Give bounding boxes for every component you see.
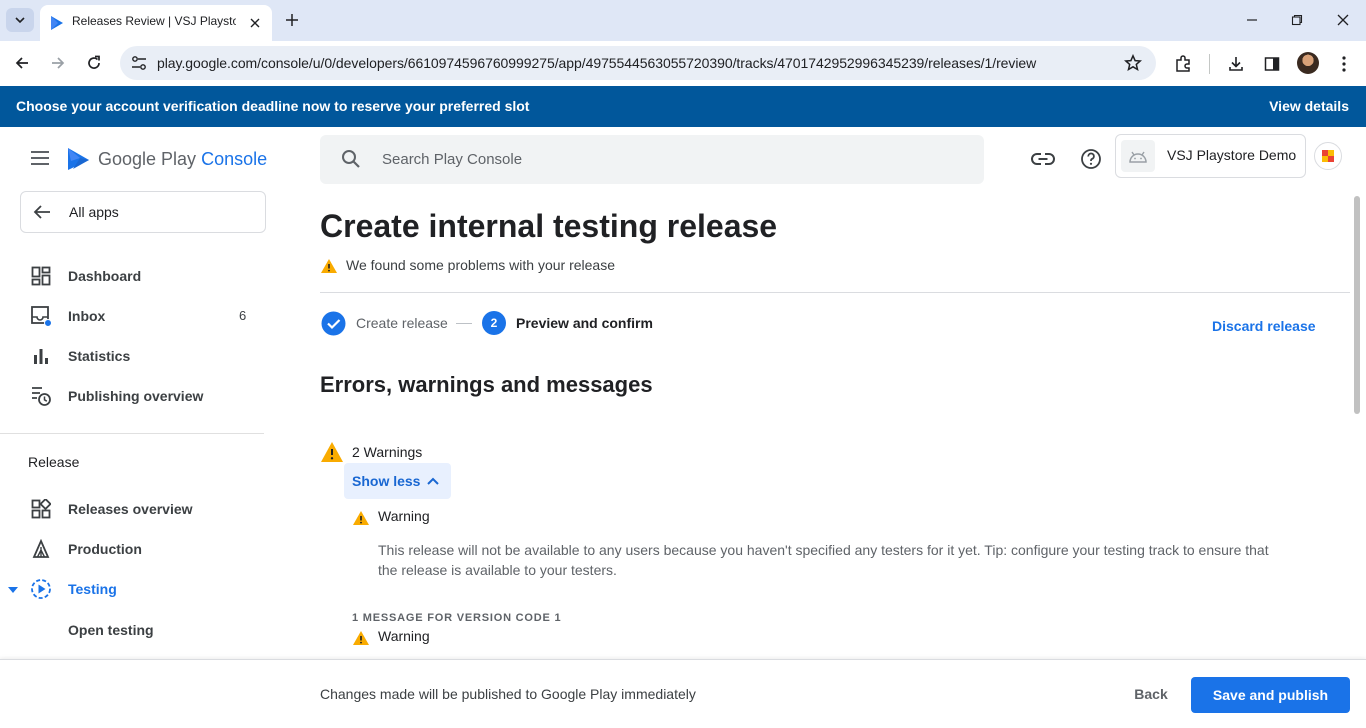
sidebar-item-label: Production bbox=[68, 541, 142, 557]
site-info-icon[interactable] bbox=[130, 54, 148, 72]
more-vert-icon[interactable] bbox=[1333, 53, 1355, 75]
sidebar-item-dashboard[interactable]: Dashboard bbox=[0, 256, 264, 296]
title-divider bbox=[320, 292, 1350, 293]
step-create-release[interactable]: Create release bbox=[356, 315, 448, 331]
show-less-button[interactable]: Show less bbox=[344, 463, 451, 499]
tab-search-button[interactable] bbox=[6, 8, 34, 32]
inbox-icon bbox=[29, 304, 53, 328]
warning-icon bbox=[321, 442, 343, 462]
discard-release-button[interactable]: Discard release bbox=[1212, 318, 1316, 334]
extensions-icon[interactable] bbox=[1172, 53, 1194, 75]
bookmark-star-icon[interactable] bbox=[1124, 54, 1142, 72]
close-tab-icon[interactable] bbox=[246, 14, 264, 32]
menu-icon[interactable] bbox=[30, 150, 50, 166]
message-group-label: 1 MESSAGE FOR VERSION CODE 1 bbox=[352, 612, 562, 624]
sidebar-item-testing[interactable]: Testing bbox=[0, 569, 264, 609]
sidebar-item-inbox[interactable]: Inbox 6 bbox=[0, 296, 264, 336]
chevron-down-icon bbox=[15, 17, 25, 24]
sidebar-section-release: Release bbox=[28, 454, 80, 470]
app-name: VSJ Playstore Demo bbox=[1167, 147, 1297, 163]
url-text: play.google.com/console/u/0/developers/6… bbox=[157, 55, 1037, 71]
sidebar-item-open-testing[interactable]: Open testing bbox=[68, 622, 154, 638]
link-icon[interactable] bbox=[1030, 146, 1056, 172]
search-icon bbox=[342, 150, 360, 168]
address-bar[interactable]: play.google.com/console/u/0/developers/6… bbox=[120, 46, 1156, 80]
production-icon bbox=[29, 537, 53, 561]
brand-google-play: Google Play bbox=[98, 149, 197, 169]
browser-tab[interactable]: Releases Review | VSJ Playstore bbox=[40, 5, 272, 41]
play-console-logo-icon bbox=[68, 148, 89, 170]
footer-note: Changes made will be published to Google… bbox=[320, 686, 696, 702]
banner-text: Choose your account verification deadlin… bbox=[16, 98, 530, 114]
sidebar-item-releases-overview[interactable]: Releases overview bbox=[0, 489, 264, 529]
brand-console: Console bbox=[201, 149, 268, 169]
step-number-badge: 2 bbox=[482, 311, 506, 335]
download-icon[interactable] bbox=[1225, 53, 1247, 75]
sidebar-divider bbox=[0, 433, 264, 434]
warning-title: Warning bbox=[378, 508, 430, 524]
all-apps-button[interactable]: All apps bbox=[20, 191, 266, 233]
play-console-title: Google Play Console bbox=[98, 149, 267, 170]
restore-icon[interactable] bbox=[1287, 10, 1307, 30]
view-details-link[interactable]: View details bbox=[1269, 98, 1349, 114]
show-less-label: Show less bbox=[352, 473, 421, 489]
chevron-up-icon bbox=[427, 477, 439, 485]
warning-description: This release will not be available to an… bbox=[378, 542, 1269, 578]
account-avatar[interactable] bbox=[1314, 142, 1342, 170]
search-bar[interactable] bbox=[320, 135, 984, 184]
publishing-overview-icon bbox=[29, 384, 53, 408]
warning-icon bbox=[321, 259, 337, 273]
check-circle-icon bbox=[321, 311, 346, 336]
search-input[interactable] bbox=[382, 148, 962, 170]
sidebar-item-label: Statistics bbox=[68, 348, 131, 364]
sidebar-item-label: Testing bbox=[68, 581, 117, 597]
step-connector bbox=[456, 323, 472, 324]
warning-title: Warning bbox=[378, 628, 430, 644]
android-icon bbox=[1121, 140, 1155, 172]
step-preview-and-confirm: Preview and confirm bbox=[516, 315, 653, 331]
inbox-count-badge: 6 bbox=[239, 308, 247, 323]
forward-arrow-icon[interactable] bbox=[47, 52, 69, 74]
section-title: Errors, warnings and messages bbox=[320, 372, 653, 397]
releases-overview-icon bbox=[29, 497, 53, 521]
problem-text: We found some problems with your release bbox=[346, 257, 615, 273]
developer-logo-icon bbox=[1322, 150, 1334, 162]
sidebar-item-label: Inbox bbox=[68, 308, 106, 324]
close-window-icon[interactable] bbox=[1333, 10, 1353, 30]
new-tab-icon[interactable] bbox=[282, 10, 302, 30]
dashboard-icon bbox=[29, 264, 53, 288]
sidebar-item-label: Dashboard bbox=[68, 268, 142, 284]
all-apps-label: All apps bbox=[69, 204, 119, 220]
arrow-back-icon bbox=[33, 205, 50, 219]
scrollbar[interactable] bbox=[1354, 196, 1360, 414]
sidebar-item-label: Releases overview bbox=[68, 501, 193, 517]
sidebar-item-publishing-overview[interactable]: Publishing overview bbox=[0, 376, 264, 416]
verification-banner: Choose your account verification deadlin… bbox=[0, 86, 1366, 127]
app-selector[interactable]: VSJ Playstore Demo bbox=[1115, 134, 1306, 178]
tab-title: Releases Review | VSJ Playstore bbox=[72, 14, 236, 28]
back-arrow-icon[interactable] bbox=[11, 52, 33, 74]
profile-avatar[interactable] bbox=[1297, 52, 1319, 74]
footer-bar: Changes made will be published to Google… bbox=[0, 659, 1366, 728]
back-button[interactable]: Back bbox=[1128, 678, 1174, 710]
side-panel-icon[interactable] bbox=[1261, 53, 1283, 75]
warning-count: 2 Warnings bbox=[352, 444, 423, 460]
warning-icon bbox=[353, 631, 369, 645]
minimize-icon[interactable] bbox=[1242, 10, 1262, 30]
page-title: Create internal testing release bbox=[320, 208, 778, 244]
sidebar-item-label: Publishing overview bbox=[68, 388, 204, 404]
browser-toolbar: play.google.com/console/u/0/developers/6… bbox=[0, 41, 1366, 86]
bar-chart-icon bbox=[29, 344, 53, 368]
testing-icon bbox=[29, 577, 53, 601]
save-and-publish-button[interactable]: Save and publish bbox=[1191, 677, 1350, 713]
help-icon[interactable] bbox=[1078, 146, 1104, 172]
sidebar-item-statistics[interactable]: Statistics bbox=[0, 336, 264, 376]
warning-icon bbox=[353, 511, 369, 525]
play-console-favicon-icon bbox=[51, 16, 63, 30]
toolbar-divider bbox=[1209, 54, 1210, 74]
sidebar-item-production[interactable]: Production bbox=[0, 529, 264, 569]
reload-icon[interactable] bbox=[83, 52, 105, 74]
browser-tab-strip: Releases Review | VSJ Playstore bbox=[0, 0, 1366, 41]
